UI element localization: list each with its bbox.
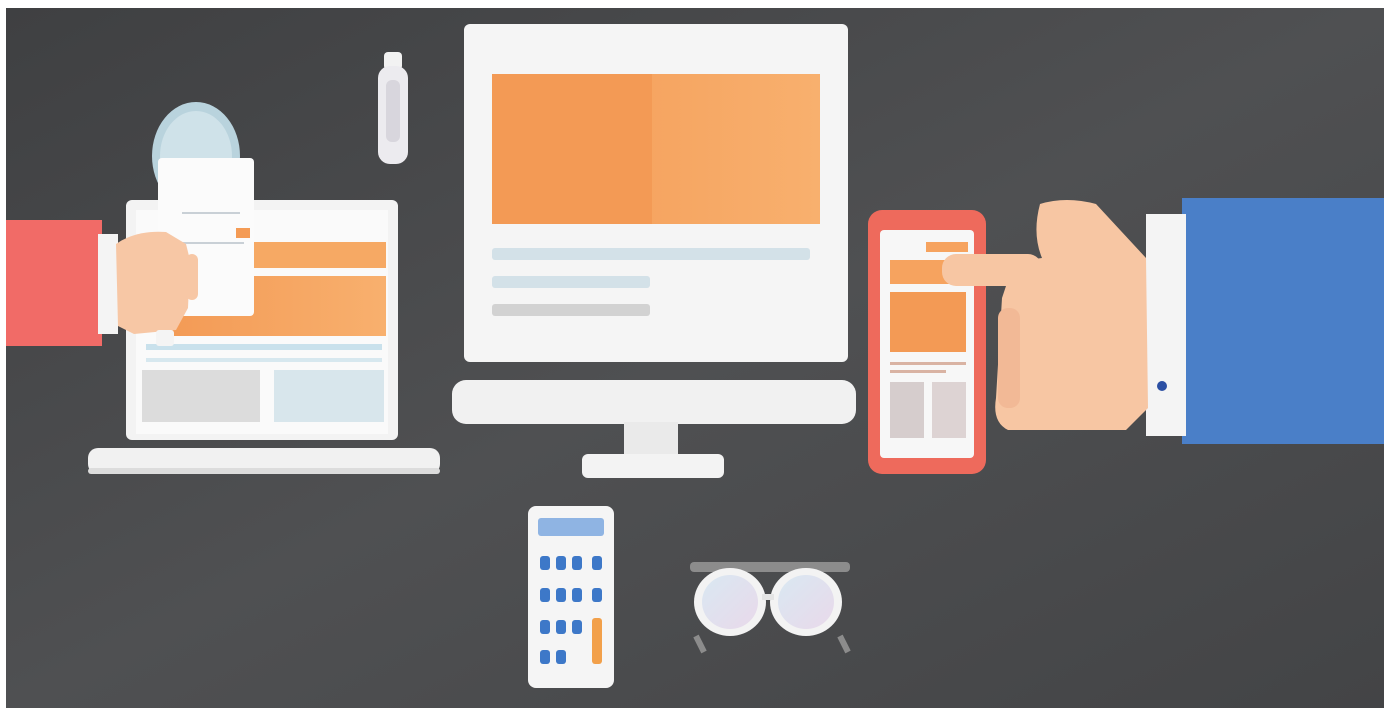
monitor-icon [452, 24, 856, 478]
illustration-scene [6, 8, 1384, 708]
smartphone-icon [868, 210, 986, 474]
calculator-icon [528, 506, 614, 688]
hand-icon [6, 220, 198, 346]
usb-icon [378, 52, 408, 164]
